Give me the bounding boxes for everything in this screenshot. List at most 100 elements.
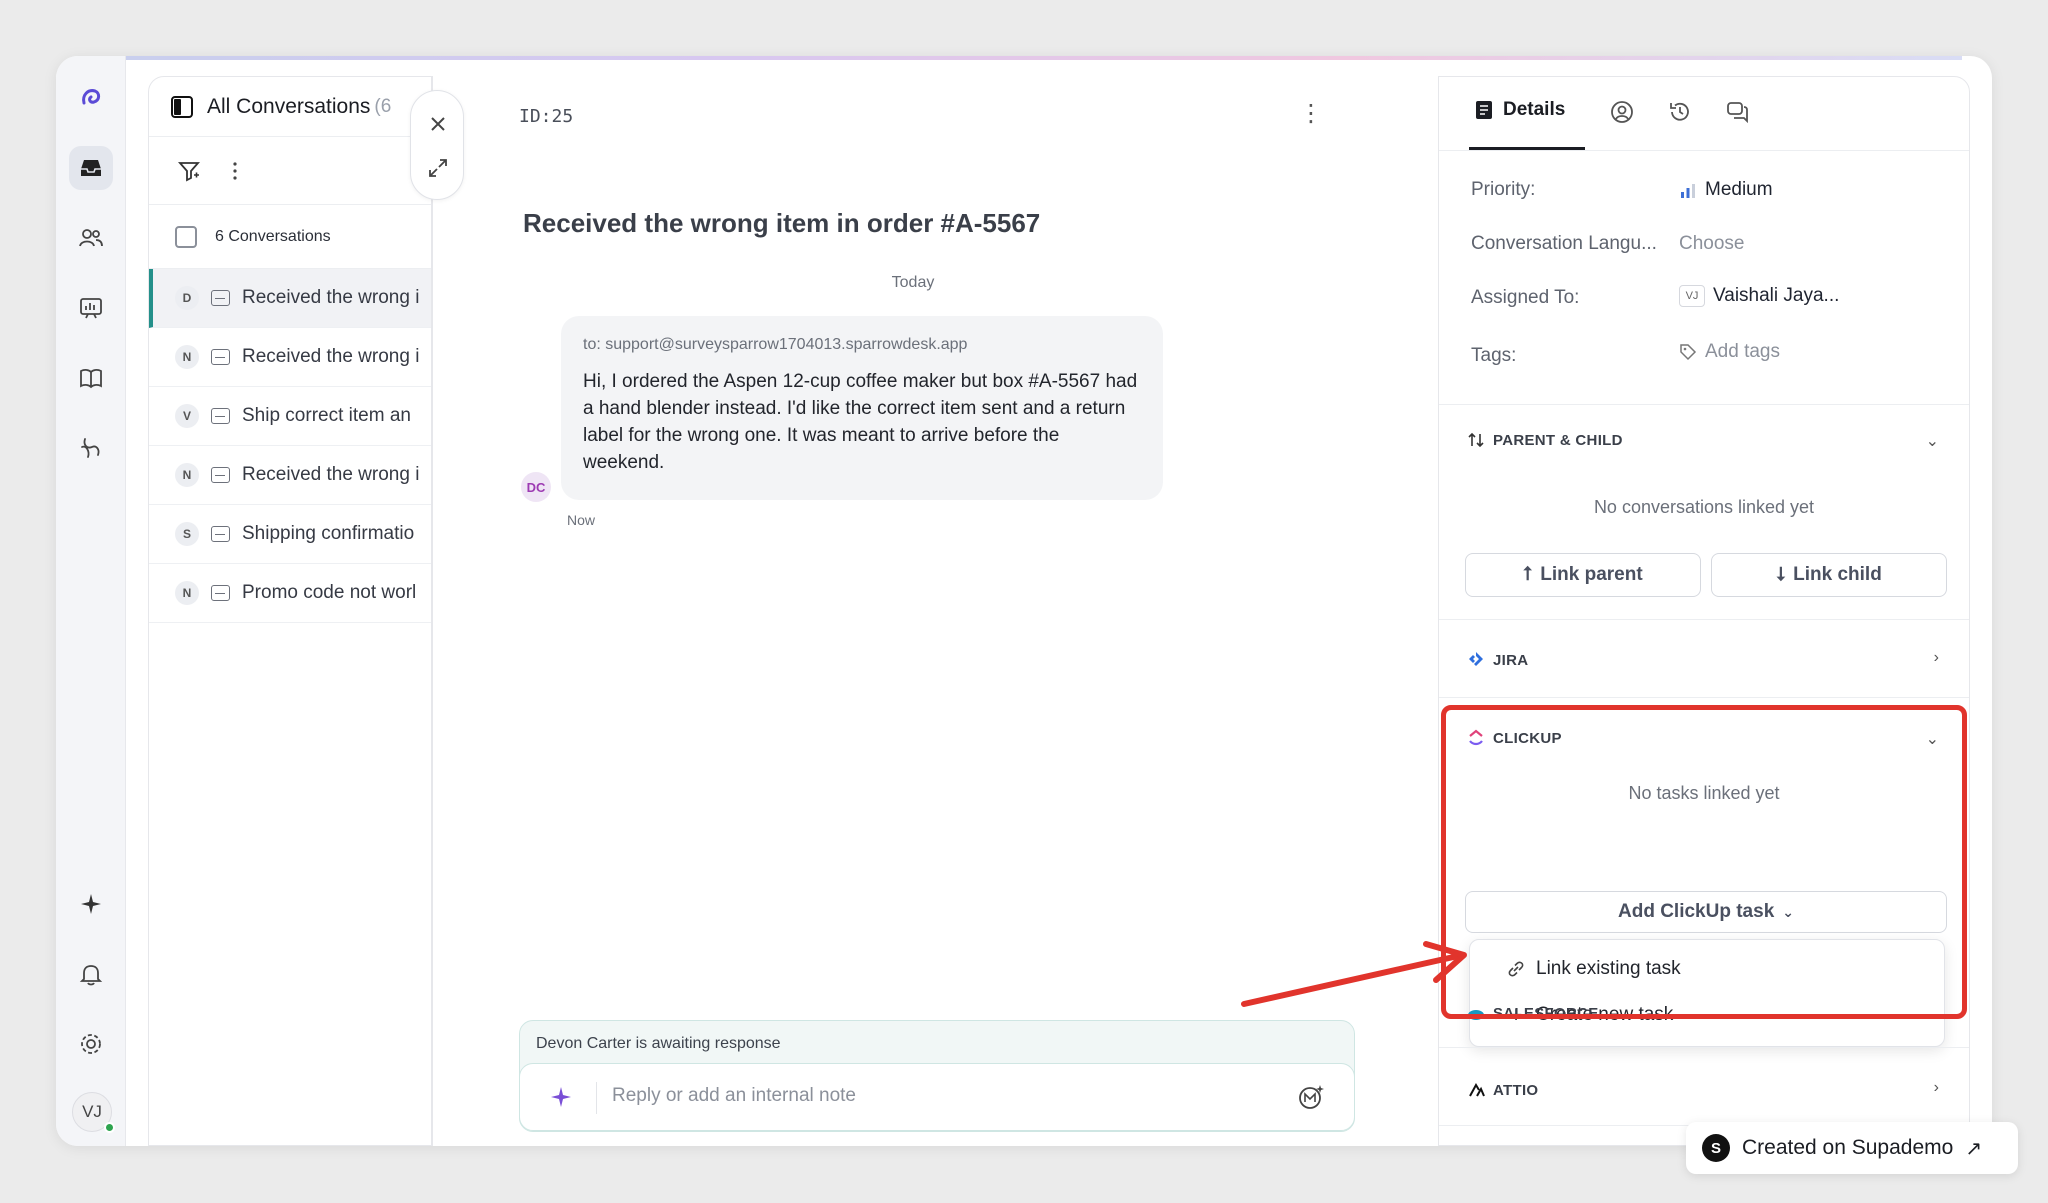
link-parent-label: Link parent <box>1540 564 1643 585</box>
message-body: Hi, I ordered the Aspen 12-cup coffee ma… <box>583 371 1138 473</box>
awaiting-status: Devon Carter is awaiting response <box>536 1035 781 1052</box>
contact-initial: D <box>175 286 199 310</box>
app-logo-icon[interactable] <box>69 76 113 120</box>
expand-icon[interactable] <box>427 157 449 179</box>
conversation-list-header: All Conversations (6 <box>149 77 431 137</box>
conversation-count-label: 6 Conversations <box>215 227 331 245</box>
add-tags-label: Add tags <box>1705 341 1780 362</box>
tab-contact-icon[interactable] <box>1609 99 1635 125</box>
sidebar-toggle-icon[interactable] <box>171 95 193 118</box>
message-recipient: to: support@surveysparrow1704013.sparrow… <box>583 336 968 353</box>
conversation-subject: Ship correct item an <box>242 405 411 426</box>
conversation-row[interactable]: N Promo code not worl <box>149 564 431 623</box>
chevron-right-icon[interactable]: › <box>1934 649 1939 667</box>
link-child-button[interactable]: ⭣ Link child <box>1711 553 1947 597</box>
chevron-right-icon[interactable]: › <box>1934 1079 1939 1097</box>
list-title: All Conversations <box>207 94 371 118</box>
supademo-text: Created on Supademo <box>1742 1136 1954 1159</box>
conversation-id: ID:25 <box>519 106 574 127</box>
close-icon[interactable] <box>427 113 449 135</box>
bell-icon[interactable] <box>69 952 113 996</box>
jira-title: JIRA <box>1493 651 1529 669</box>
contact-initial: S <box>175 522 199 546</box>
properties-section: Priority: Medium Conversation Langu... C… <box>1439 151 1969 405</box>
arrow-down-icon: ⭣ <box>1776 564 1786 585</box>
link-parent-button[interactable]: ⭡ Link parent <box>1465 553 1701 597</box>
contact-initial: N <box>175 345 199 369</box>
conversation-subject: Received the wrong i <box>242 464 420 485</box>
jira-header[interactable]: JIRA <box>1467 651 1528 669</box>
top-gradient <box>126 56 1962 60</box>
chevron-down-icon[interactable]: ⌄ <box>1926 431 1939 451</box>
conversation-row[interactable]: D Received the wrong i <box>149 269 431 328</box>
conversation-row[interactable]: V Ship correct item an <box>149 387 431 446</box>
supademo-badge[interactable]: S Created on Supademo ↗ <box>1686 1122 2018 1174</box>
tab-conversations-icon[interactable] <box>1725 99 1751 125</box>
conversation-list-panel: All Conversations (6 6 Conversations D R… <box>148 76 432 1146</box>
external-link-icon: ↗ <box>1965 1137 1983 1160</box>
reply-box[interactable]: Reply or add an internal note <box>519 1063 1355 1131</box>
reports-icon[interactable] <box>69 286 113 330</box>
ai-sparkle-icon[interactable] <box>69 882 113 926</box>
details-panel: Details Priority: Medium Conversation La… <box>1438 76 1970 1146</box>
conversation-subject-title: Received the wrong item in order #A-5567 <box>523 208 1041 238</box>
supademo-logo: S <box>1702 1134 1730 1162</box>
reply-composer: Devon Carter is awaiting response Reply … <box>519 1020 1355 1132</box>
document-icon <box>1476 101 1492 119</box>
knowledge-base-icon[interactable] <box>69 356 113 400</box>
nav-rail: VJ <box>56 56 126 1146</box>
more-options-icon[interactable] <box>223 159 247 183</box>
language-label: Conversation Langu... <box>1471 233 1657 254</box>
conversation-row[interactable]: S Shipping confirmatio <box>149 505 431 564</box>
conversation-row[interactable]: N Received the wrong i <box>149 328 431 387</box>
conversation-subject: Promo code not worl <box>242 582 417 603</box>
priority-field[interactable]: Medium <box>1679 179 1773 201</box>
priority-bars-icon <box>1681 184 1695 198</box>
conversation-subject: Shipping confirmatio <box>242 523 415 544</box>
assignee-field[interactable]: VJ Vaishali Jaya... <box>1679 285 1839 307</box>
inbox-icon[interactable] <box>69 146 113 190</box>
no-linked-conversations: No conversations linked yet <box>1593 497 1815 517</box>
message-bubble: to: support@surveysparrow1704013.sparrow… <box>561 316 1163 500</box>
link-child-label: Link child <box>1793 564 1882 585</box>
conversation-subject: Received the wrong i <box>242 287 420 308</box>
parent-child-title: PARENT & CHILD <box>1493 431 1623 449</box>
contacts-icon[interactable] <box>69 216 113 260</box>
conversation-subject: Received the wrong i <box>242 346 420 367</box>
tab-history-icon[interactable] <box>1667 99 1693 125</box>
filter-icon[interactable] <box>177 159 201 183</box>
attio-icon <box>1469 1082 1485 1097</box>
parent-child-header[interactable]: PARENT & CHILD <box>1467 431 1623 449</box>
attio-header[interactable]: ATTIO <box>1467 1081 1538 1099</box>
tab-details-label: Details <box>1503 99 1566 120</box>
reply-input[interactable]: Reply or add an internal note <box>612 1085 856 1107</box>
jira-icon <box>1469 652 1483 666</box>
tags-label: Tags: <box>1471 345 1517 366</box>
composer-divider <box>596 1082 597 1114</box>
tags-field[interactable]: Add tags <box>1679 341 1780 363</box>
ai-sparkle-icon[interactable] <box>548 1084 574 1110</box>
conversation-row[interactable]: N Received the wrong i <box>149 446 431 505</box>
tab-details[interactable]: Details <box>1473 99 1565 121</box>
automation-icon[interactable] <box>69 426 113 470</box>
assignee-name: Vaishali Jaya... <box>1713 285 1840 306</box>
conversation-menu-icon[interactable]: ⋮ <box>1299 102 1323 126</box>
sender-avatar: DC <box>521 472 551 502</box>
ai-assist-icon[interactable] <box>1296 1082 1326 1112</box>
priority-label: Priority: <box>1471 179 1536 200</box>
message-time: Now <box>567 512 596 528</box>
section-divider <box>1439 1047 1969 1048</box>
email-channel-icon <box>211 408 230 424</box>
list-toolbar <box>149 137 431 205</box>
gear-icon[interactable] <box>69 1022 113 1066</box>
assignee-avatar: VJ <box>1679 285 1705 307</box>
panel-controls <box>410 90 464 200</box>
active-tab-indicator <box>1469 147 1585 150</box>
clickup-highlight-box <box>1441 705 1967 1019</box>
select-all-checkbox[interactable] <box>175 225 197 248</box>
priority-value: Medium <box>1705 179 1773 200</box>
email-channel-icon <box>211 349 230 365</box>
email-channel-icon <box>211 526 230 542</box>
language-field[interactable]: Choose <box>1679 233 1745 255</box>
section-divider <box>1439 697 1969 698</box>
